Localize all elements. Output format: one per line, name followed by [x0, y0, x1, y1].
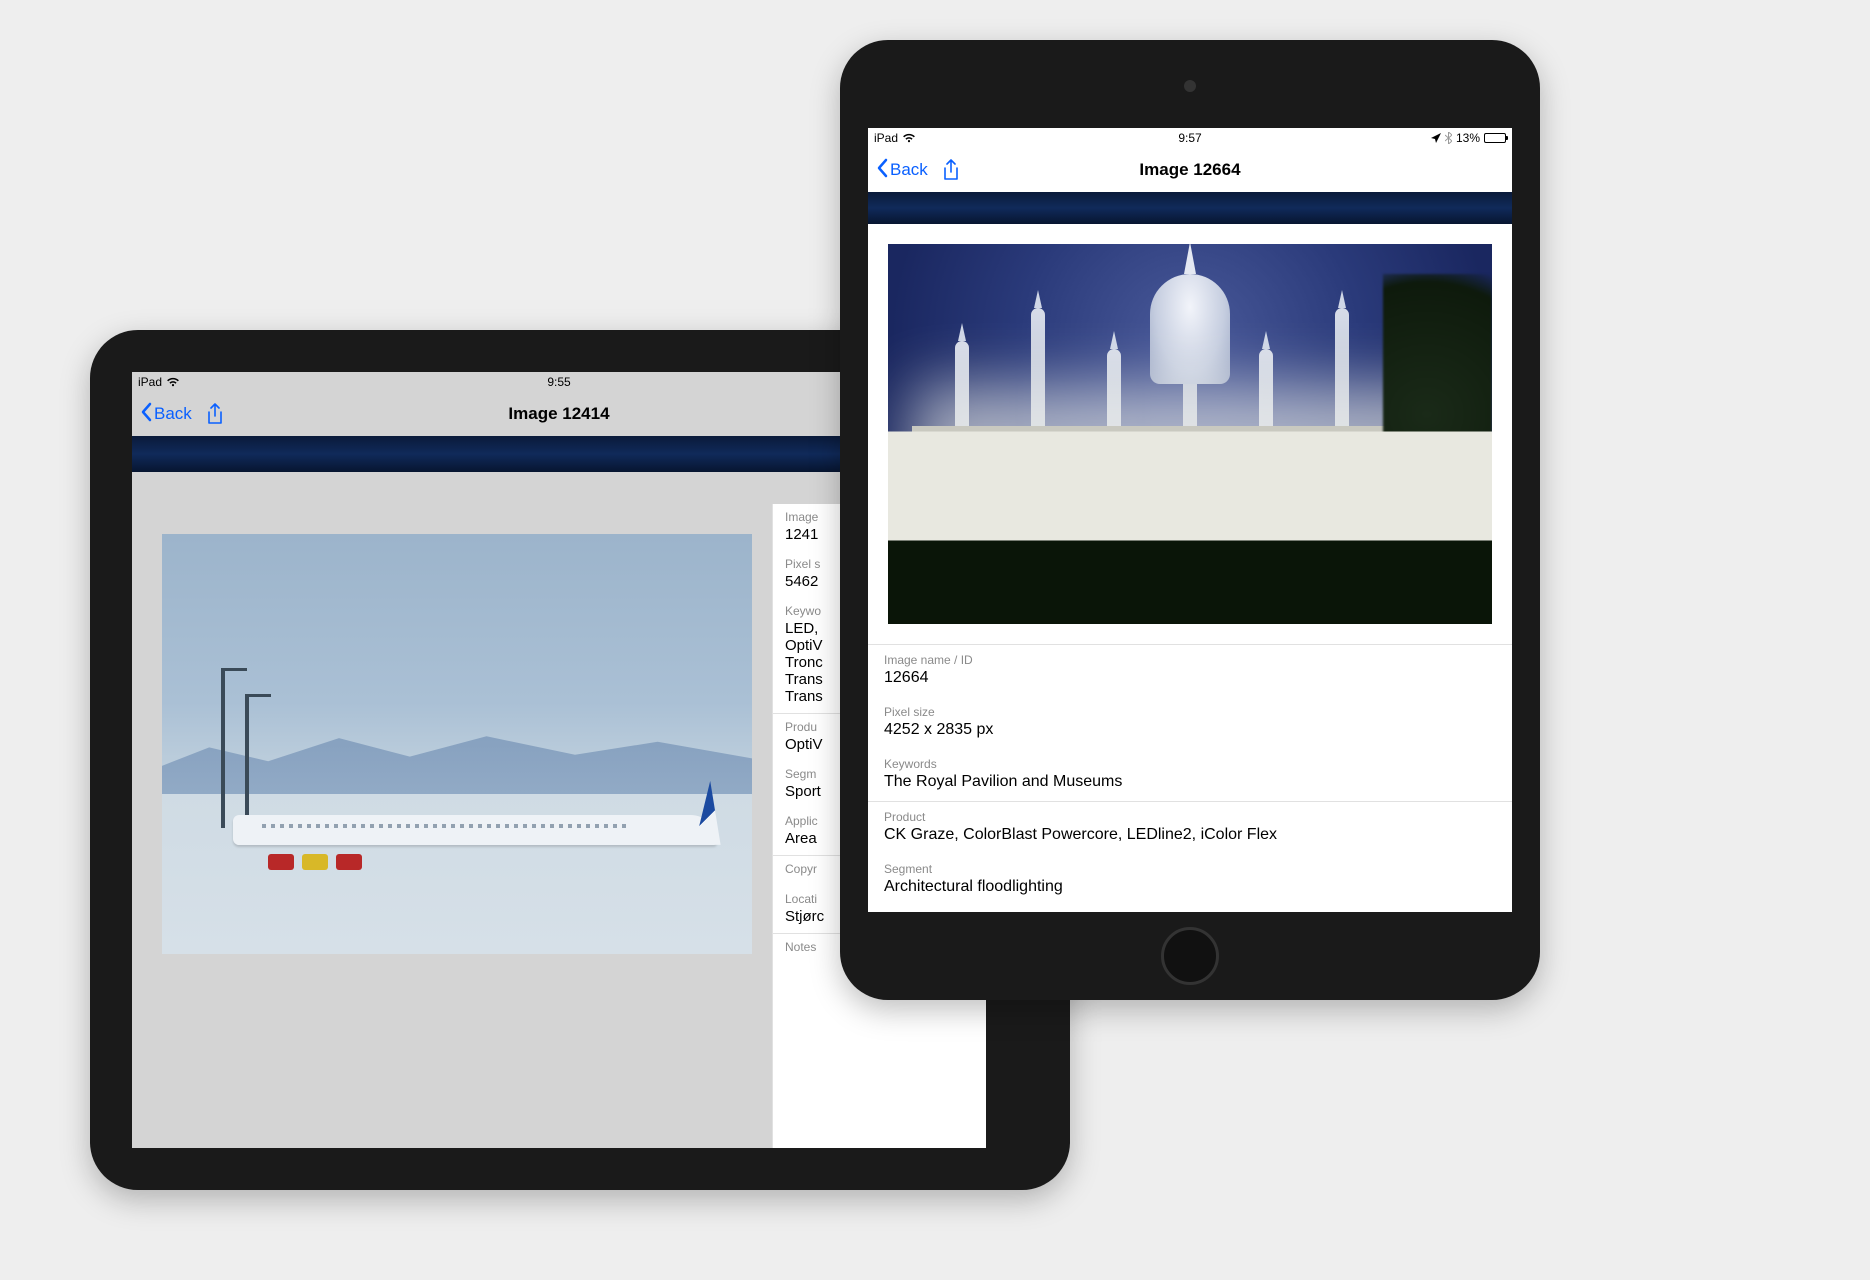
meta-value-keywords: The Royal Pavilion and Museums — [884, 773, 1496, 791]
metadata-panel: Image name / ID 12664 Pixel size 4252 x … — [868, 644, 1512, 912]
nav-bar: Back Image 12664 — [868, 148, 1512, 192]
hero-area — [132, 504, 772, 1148]
meta-label-product: Product — [884, 810, 1496, 824]
page-title: Image 12664 — [868, 160, 1512, 180]
status-bar: iPad 9:57 13% — [868, 128, 1512, 148]
back-label: Back — [890, 160, 928, 180]
ipad-portrait: iPad 9:57 13% — [840, 40, 1540, 1000]
hero-image — [888, 244, 1492, 624]
content-area[interactable]: Image name / ID 12664 Pixel size 4252 x … — [868, 224, 1512, 912]
meta-value-image-name: 12664 — [884, 669, 1496, 687]
chevron-left-icon — [140, 402, 152, 427]
share-icon — [206, 403, 224, 425]
meta-label-keywords: Keywords — [884, 757, 1496, 771]
camera-dot — [1184, 80, 1196, 92]
battery-icon — [1484, 133, 1506, 143]
share-button[interactable] — [942, 159, 960, 181]
back-label: Back — [154, 404, 192, 424]
clock: 9:57 — [868, 131, 1512, 145]
meta-label-pixel-size: Pixel size — [884, 705, 1496, 719]
share-icon — [942, 159, 960, 181]
share-button[interactable] — [206, 403, 224, 425]
hero-image — [162, 534, 752, 954]
meta-value-segment: Architectural floodlighting — [884, 878, 1496, 896]
chevron-left-icon — [876, 158, 888, 183]
meta-value-pixel-size: 4252 x 2835 px — [884, 721, 1496, 739]
screen-portrait: iPad 9:57 13% — [868, 128, 1512, 912]
back-button[interactable]: Back — [876, 158, 928, 183]
home-button[interactable] — [1161, 927, 1219, 985]
brand-band — [868, 192, 1512, 224]
back-button[interactable]: Back — [140, 402, 192, 427]
meta-value-product: CK Graze, ColorBlast Powercore, LEDline2… — [884, 826, 1496, 844]
meta-label-image-name: Image name / ID — [884, 653, 1496, 667]
meta-label-segment: Segment — [884, 862, 1496, 876]
